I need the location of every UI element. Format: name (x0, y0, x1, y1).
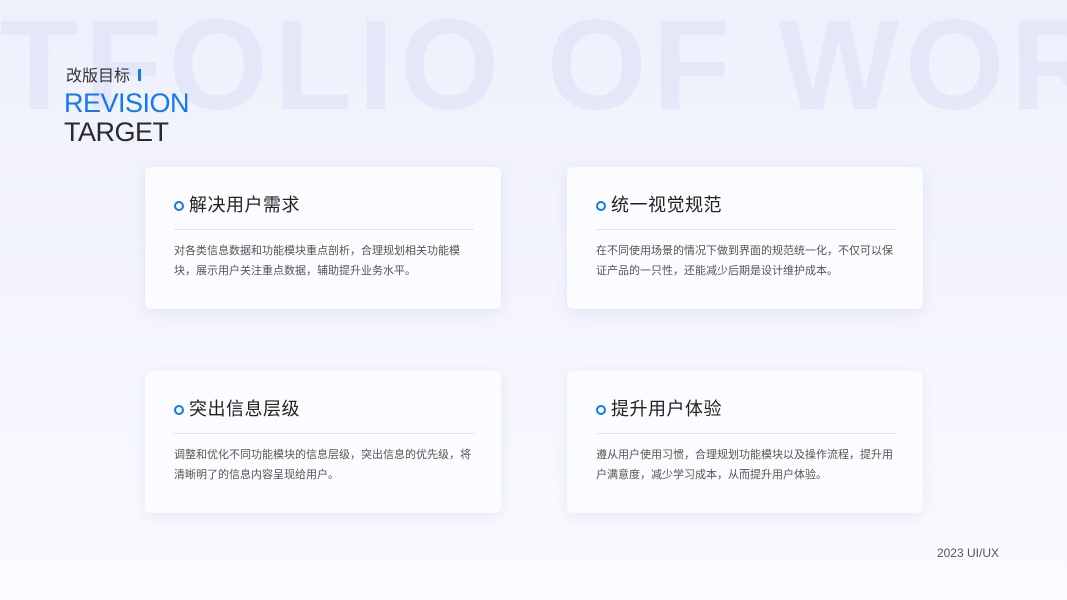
card-title: 解决用户需求 (189, 195, 300, 216)
card-solve-user-needs: 解决用户需求 对各类信息数据和功能模块重点剖析，合理规划相关功能模块，展示用户关… (145, 167, 501, 309)
card-description: 对各类信息数据和功能模块重点剖析，合理规划相关功能模块，展示用户关注重点数据，辅… (174, 244, 460, 277)
bullet-ring-icon (596, 201, 606, 211)
bullet-ring-icon (174, 405, 184, 415)
title-accent-bar (138, 69, 141, 81)
card-description: 遵从用户使用习惯，合理规划功能模块以及操作流程，提升用户满意度，减少学习成本，从… (596, 448, 893, 481)
card-divider (596, 433, 896, 434)
card-highlight-info-hierarchy: 突出信息层级 调整和优化不同功能模块的信息层级，突出信息的优先级，将清晰明了的信… (145, 371, 501, 513)
card-header: 提升用户体验 (596, 397, 722, 423)
card-header: 统一视觉规范 (596, 193, 722, 219)
bullet-ring-icon (174, 201, 184, 211)
card-improve-user-experience: 提升用户体验 遵从用户使用习惯，合理规划功能模块以及操作流程，提升用户满意度，减… (567, 371, 923, 513)
section-title-en-line1: REVISION (64, 88, 190, 118)
card-title: 突出信息层级 (189, 399, 300, 420)
card-description: 调整和优化不同功能模块的信息层级，突出信息的优先级，将清晰明了的信息内容呈现给用… (174, 448, 471, 481)
card-divider (174, 229, 474, 230)
card-header: 解决用户需求 (174, 193, 300, 219)
card-title: 提升用户体验 (611, 399, 722, 420)
card-title: 统一视觉规范 (611, 195, 722, 216)
bullet-ring-icon (596, 405, 606, 415)
footer-label: 2023 UI/UX (936, 546, 999, 560)
card-divider (596, 229, 896, 230)
card-header: 突出信息层级 (174, 397, 300, 423)
card-description: 在不同使用场景的情况下做到界面的规范统一化，不仅可以保证产品的一只性，还能减少后… (596, 244, 893, 277)
card-divider (174, 433, 474, 434)
section-title-zh: 改版目标 (66, 66, 131, 85)
card-unify-visual-spec: 统一视觉规范 在不同使用场景的情况下做到界面的规范统一化，不仅可以保证产品的一只… (567, 167, 923, 309)
section-title-en-line2: TARGET (64, 117, 169, 147)
